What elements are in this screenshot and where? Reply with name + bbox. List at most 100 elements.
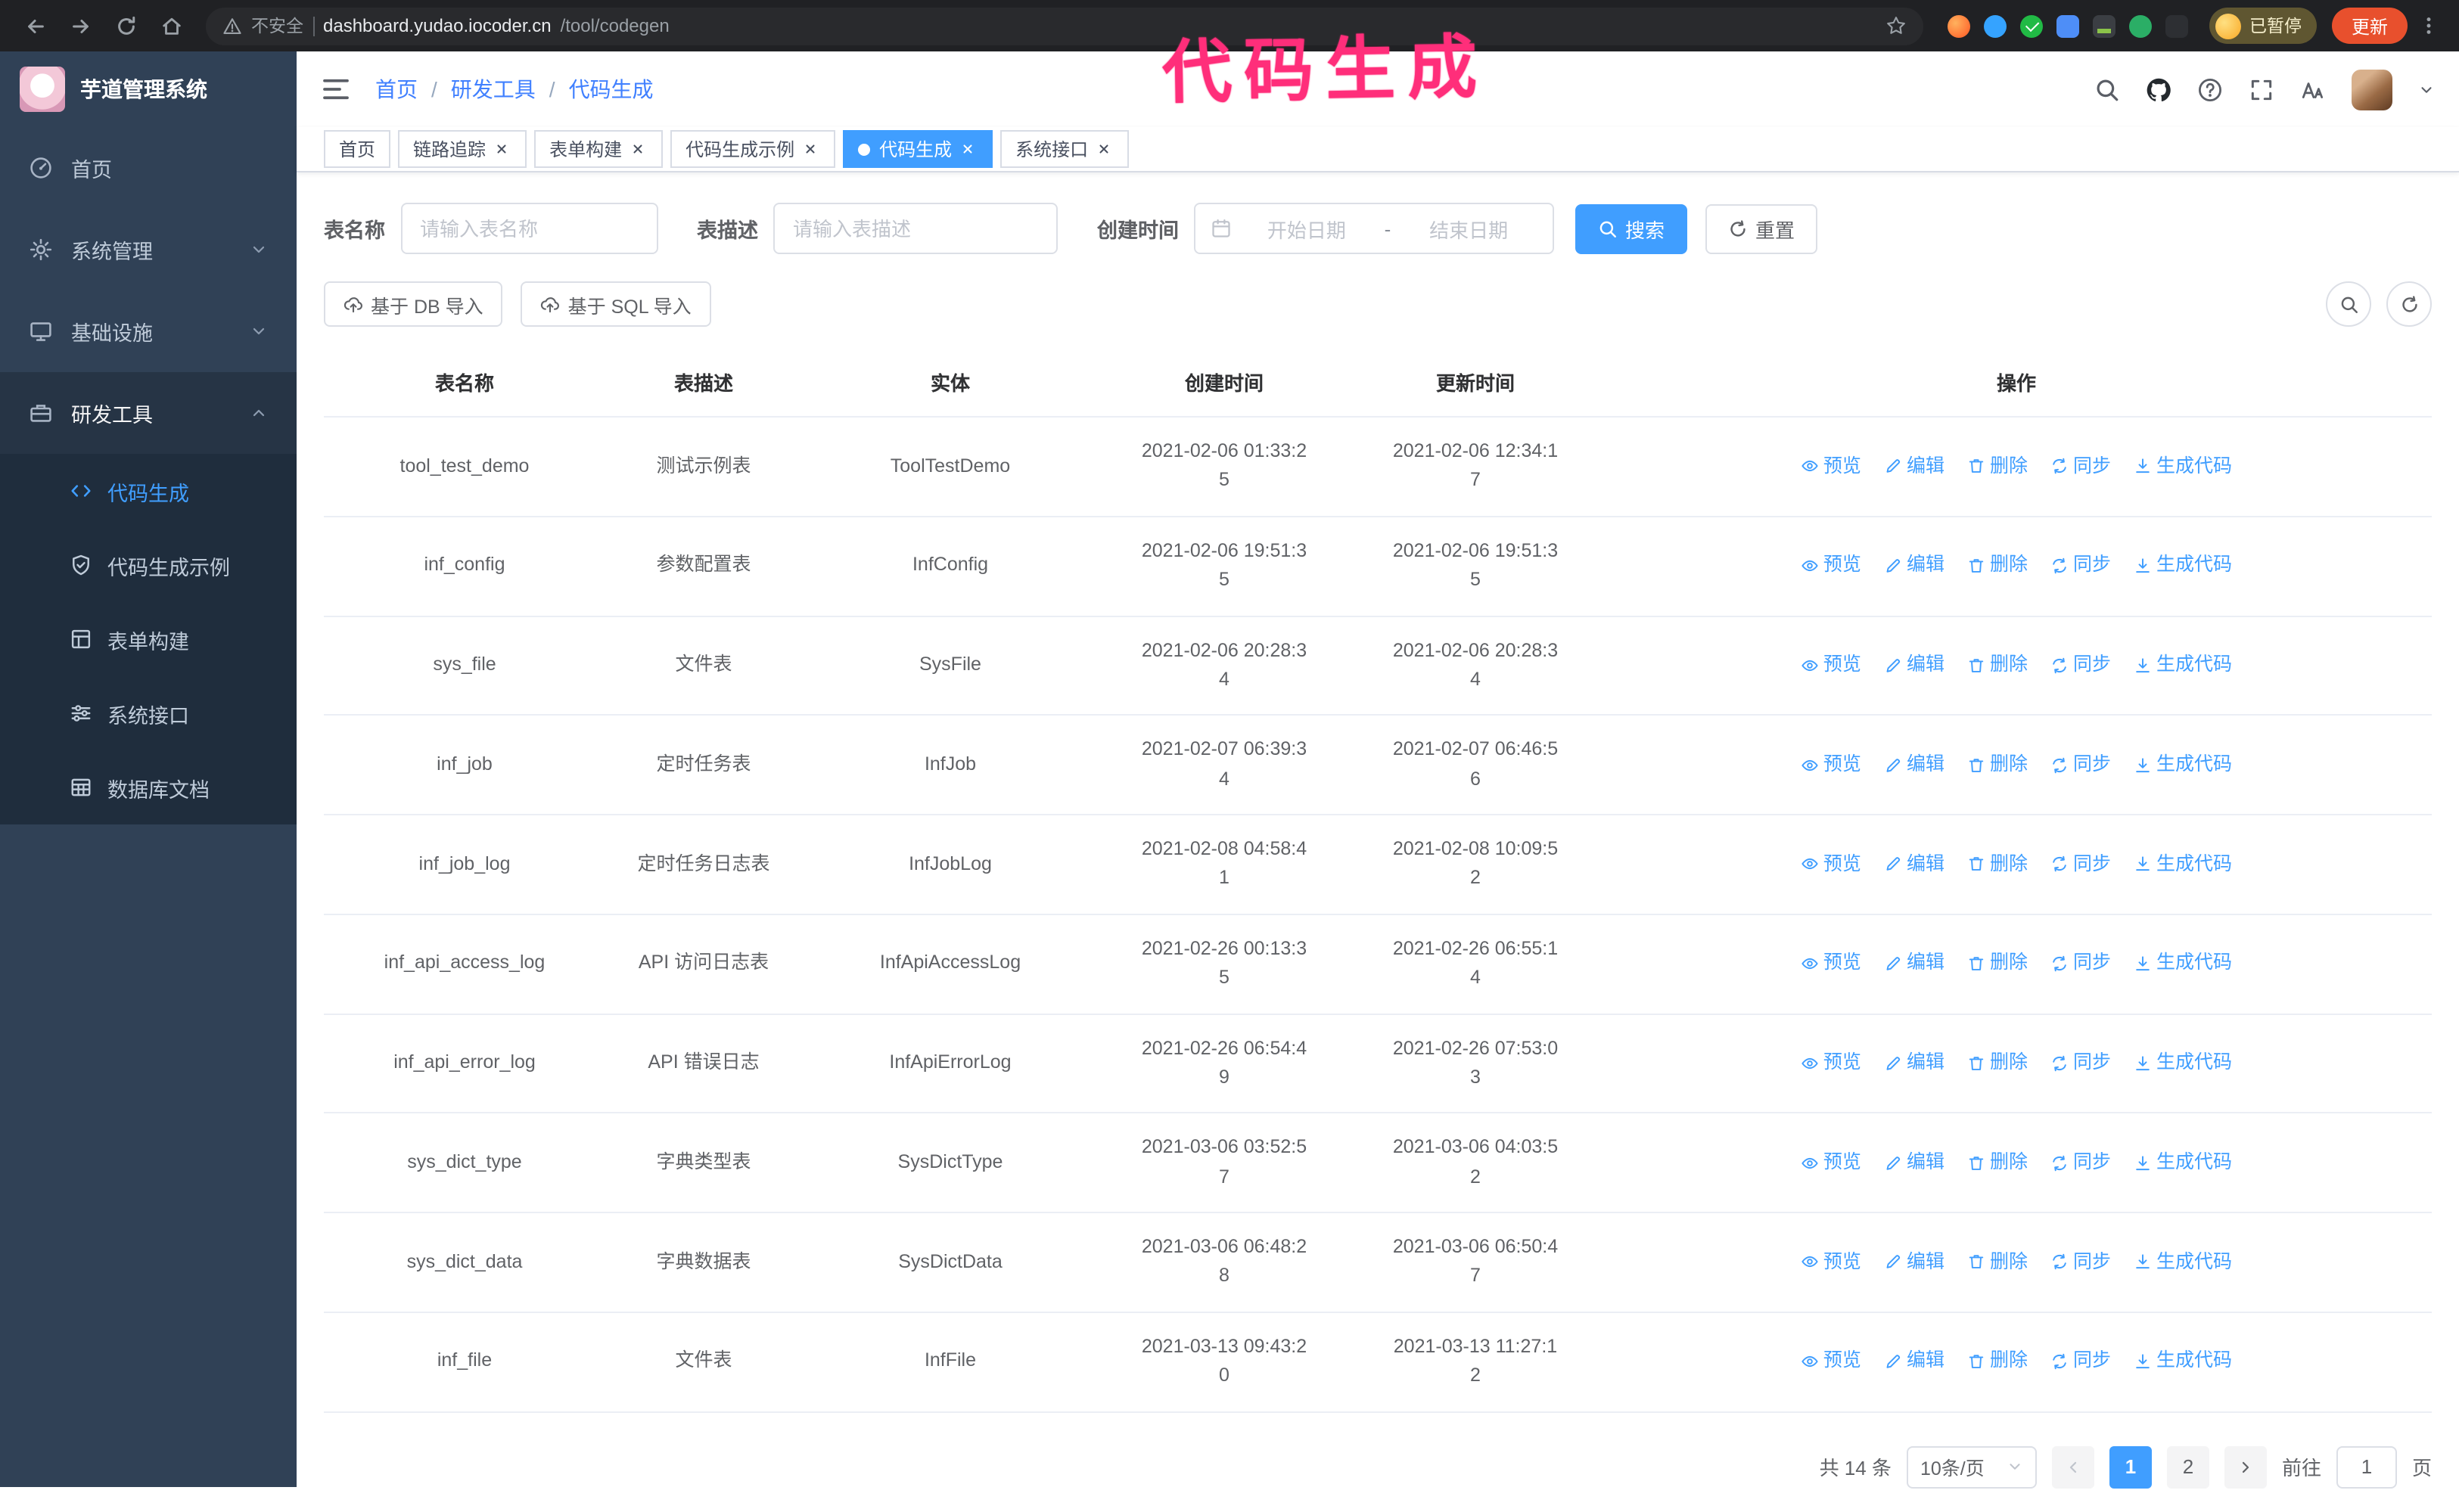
tab[interactable]: 代码生成 [843,130,993,168]
avatar-caret-icon[interactable] [2418,81,2435,98]
sync-action[interactable]: 同步 [2050,551,2111,581]
page-button-2[interactable]: 2 [2166,1445,2209,1488]
font-size-icon[interactable] [2300,76,2326,102]
sidebar-item-db-doc[interactable]: 数据库文档 [0,750,297,824]
edit-action[interactable]: 编辑 [1884,650,1945,680]
edit-action[interactable]: 编辑 [1884,750,1945,780]
edit-action[interactable]: 编辑 [1884,849,1945,879]
goto-page-input[interactable] [2336,1445,2397,1488]
sync-action[interactable]: 同步 [2050,949,2111,979]
extension-icon-1[interactable] [1948,14,1971,37]
import-db-button[interactable]: 基于 DB 导入 [324,281,503,327]
generate-code-action[interactable]: 生成代码 [2134,849,2232,879]
sidebar-item-codegen-example[interactable]: 代码生成示例 [0,528,297,602]
edit-action[interactable]: 编辑 [1884,1048,1945,1078]
browser-home-button[interactable] [151,6,191,45]
sync-action[interactable]: 同步 [2050,849,2111,879]
generate-code-action[interactable]: 生成代码 [2134,650,2232,680]
edit-action[interactable]: 编辑 [1884,949,1945,979]
extension-icon-3[interactable] [2020,14,2044,37]
edit-action[interactable]: 编辑 [1884,1347,1945,1377]
preview-action[interactable]: 预览 [1801,1347,1861,1377]
generate-code-action[interactable]: 生成代码 [2134,949,2232,979]
page-button-1[interactable]: 1 [2109,1445,2152,1488]
generate-code-action[interactable]: 生成代码 [2134,1048,2232,1078]
delete-action[interactable]: 删除 [1967,1148,2028,1178]
browser-menu-button[interactable] [2414,8,2444,44]
table-desc-input[interactable] [773,203,1058,254]
tab[interactable]: 表单构建 [534,130,664,168]
extension-icon-2[interactable] [1984,14,2007,37]
preview-action[interactable]: 预览 [1801,1048,1861,1078]
sync-action[interactable]: 同步 [2050,1048,2111,1078]
tab-close-button[interactable] [958,139,978,159]
search-icon[interactable] [2094,76,2120,102]
sidebar-item-codegen[interactable]: 代码生成 [0,454,297,528]
preview-action[interactable]: 预览 [1801,949,1861,979]
preview-action[interactable]: 预览 [1801,1148,1861,1178]
delete-action[interactable]: 删除 [1967,650,2028,680]
url-bar[interactable]: 不安全 dashboard.yudao.iocoder.cn /tool/cod… [206,7,1924,45]
generate-code-action[interactable]: 生成代码 [2134,551,2232,581]
edit-action[interactable]: 编辑 [1884,551,1945,581]
search-button[interactable]: 搜索 [1575,203,1688,253]
sync-action[interactable]: 同步 [2050,452,2111,481]
bookmark-star-icon[interactable] [1886,15,1907,36]
delete-action[interactable]: 删除 [1967,1048,2028,1078]
prev-page-button[interactable] [2051,1445,2094,1488]
browser-forward-button[interactable] [61,6,100,45]
generate-code-action[interactable]: 生成代码 [2134,750,2232,780]
preview-action[interactable]: 预览 [1801,849,1861,879]
sidebar-item-home[interactable]: 首页 [0,127,297,209]
edit-action[interactable]: 编辑 [1884,452,1945,481]
sync-action[interactable]: 同步 [2050,1347,2111,1377]
user-avatar[interactable] [2352,69,2392,110]
page-size-select[interactable]: 10条/页 [1906,1445,2037,1488]
preview-action[interactable]: 预览 [1801,551,1861,581]
sidebar-item-form-builder[interactable]: 表单构建 [0,602,297,676]
delete-action[interactable]: 删除 [1967,452,2028,481]
generate-code-action[interactable]: 生成代码 [2134,1247,2232,1277]
tab[interactable]: 首页 [324,130,391,168]
breadcrumb-item-devtools[interactable]: 研发工具 [451,74,536,104]
refresh-table-button[interactable] [2386,281,2432,327]
preview-action[interactable]: 预览 [1801,650,1861,680]
preview-action[interactable]: 预览 [1801,750,1861,780]
hamburger-icon[interactable] [321,74,351,104]
help-icon[interactable] [2197,76,2223,102]
sidebar-item-devtools[interactable]: 研发工具 [0,372,297,454]
browser-reload-button[interactable] [106,6,145,45]
sync-action[interactable]: 同步 [2050,1148,2111,1178]
tab[interactable]: 代码生成示例 [670,130,836,168]
generate-code-action[interactable]: 生成代码 [2134,452,2232,481]
sidebar-item-system-api[interactable]: 系统接口 [0,676,297,750]
tab-close-button[interactable] [628,139,648,159]
delete-action[interactable]: 删除 [1967,551,2028,581]
sync-action[interactable]: 同步 [2050,650,2111,680]
tab-close-button[interactable] [800,139,820,159]
preview-action[interactable]: 预览 [1801,1247,1861,1277]
import-sql-button[interactable]: 基于 SQL 导入 [521,281,711,327]
table-name-input[interactable] [400,203,657,254]
extension-icon-4[interactable] [2056,14,2080,37]
sidebar-item-infrastructure[interactable]: 基础设施 [0,290,297,372]
app-logo[interactable]: 芋道管理系统 [0,51,297,127]
next-page-button[interactable] [2224,1445,2267,1488]
preview-action[interactable]: 预览 [1801,452,1861,481]
create-time-range-picker[interactable]: 开始日期 - 结束日期 [1194,203,1554,254]
generate-code-action[interactable]: 生成代码 [2134,1347,2232,1377]
breadcrumb-item-home[interactable]: 首页 [375,74,418,104]
tab[interactable]: 链路追踪 [398,130,527,168]
fullscreen-icon[interactable] [2249,76,2274,102]
delete-action[interactable]: 删除 [1967,750,2028,780]
toggle-search-button[interactable] [2326,281,2371,327]
delete-action[interactable]: 删除 [1967,1247,2028,1277]
browser-profile-chip[interactable]: 已暂停 [2209,8,2317,44]
github-icon[interactable] [2146,76,2171,102]
browser-update-button[interactable]: 更新 [2331,8,2408,44]
edit-action[interactable]: 编辑 [1884,1247,1945,1277]
delete-action[interactable]: 删除 [1967,849,2028,879]
reset-button[interactable]: 重置 [1705,203,1818,253]
generate-code-action[interactable]: 生成代码 [2134,1148,2232,1178]
delete-action[interactable]: 删除 [1967,949,2028,979]
